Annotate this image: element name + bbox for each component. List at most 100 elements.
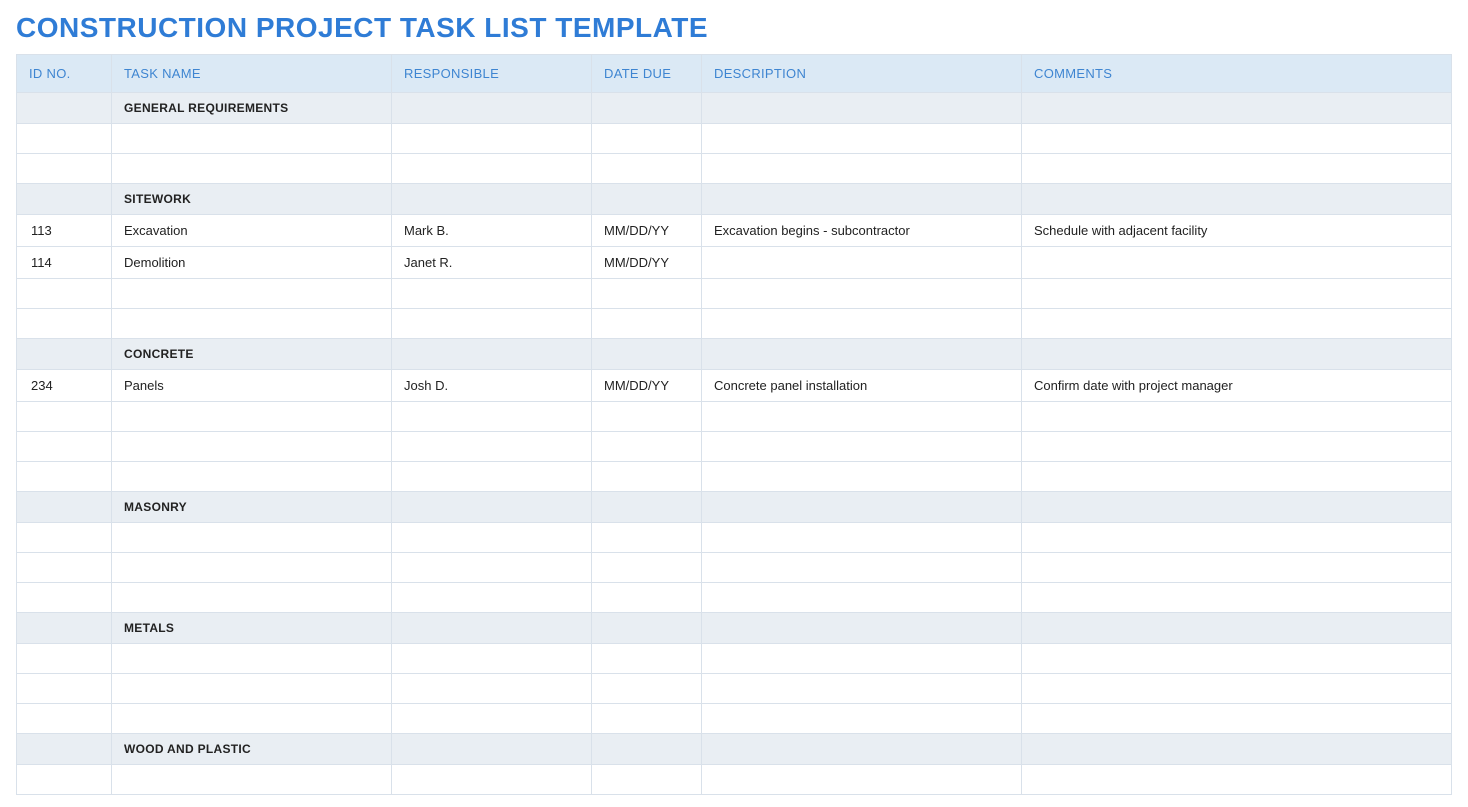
cell-description[interactable]	[702, 309, 1022, 339]
cell-due[interactable]	[592, 765, 702, 795]
cell-task[interactable]	[112, 523, 392, 553]
cell-due[interactable]	[592, 523, 702, 553]
cell-id[interactable]	[17, 553, 112, 583]
cell-id[interactable]	[17, 124, 112, 154]
cell-due[interactable]	[592, 154, 702, 184]
cell-comments[interactable]	[1022, 583, 1452, 613]
cell-task[interactable]	[112, 309, 392, 339]
cell-due[interactable]	[592, 124, 702, 154]
cell-description[interactable]	[702, 674, 1022, 704]
cell-responsible[interactable]	[392, 765, 592, 795]
cell-due[interactable]	[592, 309, 702, 339]
cell-comments[interactable]	[1022, 309, 1452, 339]
cell-comments[interactable]: Schedule with adjacent facility	[1022, 215, 1452, 247]
cell-task[interactable]	[112, 462, 392, 492]
cell-due[interactable]	[592, 462, 702, 492]
cell-task[interactable]: Excavation	[112, 215, 392, 247]
cell-responsible[interactable]: Mark B.	[392, 215, 592, 247]
cell-due[interactable]: MM/DD/YY	[592, 370, 702, 402]
cell-responsible[interactable]	[392, 644, 592, 674]
cell-id[interactable]	[17, 279, 112, 309]
cell-responsible[interactable]	[392, 309, 592, 339]
cell-responsible[interactable]	[392, 154, 592, 184]
cell-due[interactable]: MM/DD/YY	[592, 215, 702, 247]
cell-id[interactable]: 113	[17, 215, 112, 247]
cell-task[interactable]	[112, 402, 392, 432]
cell-id[interactable]: 234	[17, 370, 112, 402]
cell-task[interactable]	[112, 644, 392, 674]
cell-comments[interactable]	[1022, 462, 1452, 492]
cell-description[interactable]: Excavation begins - subcontractor	[702, 215, 1022, 247]
cell-description[interactable]	[702, 553, 1022, 583]
cell-comments[interactable]	[1022, 704, 1452, 734]
cell-due[interactable]	[592, 704, 702, 734]
cell-description[interactable]	[702, 154, 1022, 184]
cell-id[interactable]	[17, 154, 112, 184]
cell-id[interactable]	[17, 523, 112, 553]
cell-responsible[interactable]	[392, 583, 592, 613]
cell-due[interactable]	[592, 553, 702, 583]
cell-due[interactable]: MM/DD/YY	[592, 247, 702, 279]
cell-responsible[interactable]	[392, 674, 592, 704]
cell-description[interactable]	[702, 704, 1022, 734]
cell-responsible[interactable]	[392, 279, 592, 309]
cell-description[interactable]	[702, 462, 1022, 492]
cell-comments[interactable]	[1022, 432, 1452, 462]
cell-comments[interactable]	[1022, 279, 1452, 309]
cell-due[interactable]	[592, 279, 702, 309]
cell-task[interactable]	[112, 674, 392, 704]
cell-due[interactable]	[592, 644, 702, 674]
cell-task[interactable]	[112, 704, 392, 734]
cell-description[interactable]	[702, 523, 1022, 553]
cell-description[interactable]	[702, 402, 1022, 432]
cell-description[interactable]	[702, 644, 1022, 674]
cell-responsible[interactable]	[392, 553, 592, 583]
cell-id[interactable]	[17, 432, 112, 462]
cell-description[interactable]	[702, 124, 1022, 154]
cell-comments[interactable]	[1022, 765, 1452, 795]
cell-task[interactable]	[112, 279, 392, 309]
cell-due[interactable]	[592, 402, 702, 432]
cell-responsible[interactable]	[392, 523, 592, 553]
cell-responsible[interactable]	[392, 432, 592, 462]
cell-responsible[interactable]: Josh D.	[392, 370, 592, 402]
cell-id[interactable]	[17, 704, 112, 734]
cell-due[interactable]	[592, 583, 702, 613]
cell-id[interactable]	[17, 462, 112, 492]
cell-description[interactable]	[702, 247, 1022, 279]
cell-task[interactable]	[112, 583, 392, 613]
cell-task[interactable]	[112, 765, 392, 795]
cell-due[interactable]	[592, 674, 702, 704]
cell-task[interactable]	[112, 154, 392, 184]
cell-description[interactable]: Concrete panel installation	[702, 370, 1022, 402]
cell-comments[interactable]	[1022, 402, 1452, 432]
cell-responsible[interactable]: Janet R.	[392, 247, 592, 279]
cell-task[interactable]	[112, 124, 392, 154]
cell-comments[interactable]	[1022, 124, 1452, 154]
cell-task[interactable]	[112, 432, 392, 462]
cell-due[interactable]	[592, 432, 702, 462]
cell-id[interactable]	[17, 583, 112, 613]
cell-id[interactable]: 114	[17, 247, 112, 279]
cell-responsible[interactable]	[392, 462, 592, 492]
cell-task[interactable]: Demolition	[112, 247, 392, 279]
cell-id[interactable]	[17, 309, 112, 339]
cell-id[interactable]	[17, 765, 112, 795]
cell-description[interactable]	[702, 432, 1022, 462]
cell-id[interactable]	[17, 674, 112, 704]
cell-description[interactable]	[702, 583, 1022, 613]
cell-task[interactable]: Panels	[112, 370, 392, 402]
cell-description[interactable]	[702, 765, 1022, 795]
cell-task[interactable]	[112, 553, 392, 583]
cell-responsible[interactable]	[392, 402, 592, 432]
cell-comments[interactable]	[1022, 553, 1452, 583]
cell-responsible[interactable]	[392, 124, 592, 154]
cell-comments[interactable]	[1022, 247, 1452, 279]
cell-comments[interactable]	[1022, 154, 1452, 184]
cell-comments[interactable]	[1022, 674, 1452, 704]
cell-id[interactable]	[17, 402, 112, 432]
cell-comments[interactable]	[1022, 523, 1452, 553]
cell-id[interactable]	[17, 644, 112, 674]
cell-responsible[interactable]	[392, 704, 592, 734]
cell-comments[interactable]	[1022, 644, 1452, 674]
